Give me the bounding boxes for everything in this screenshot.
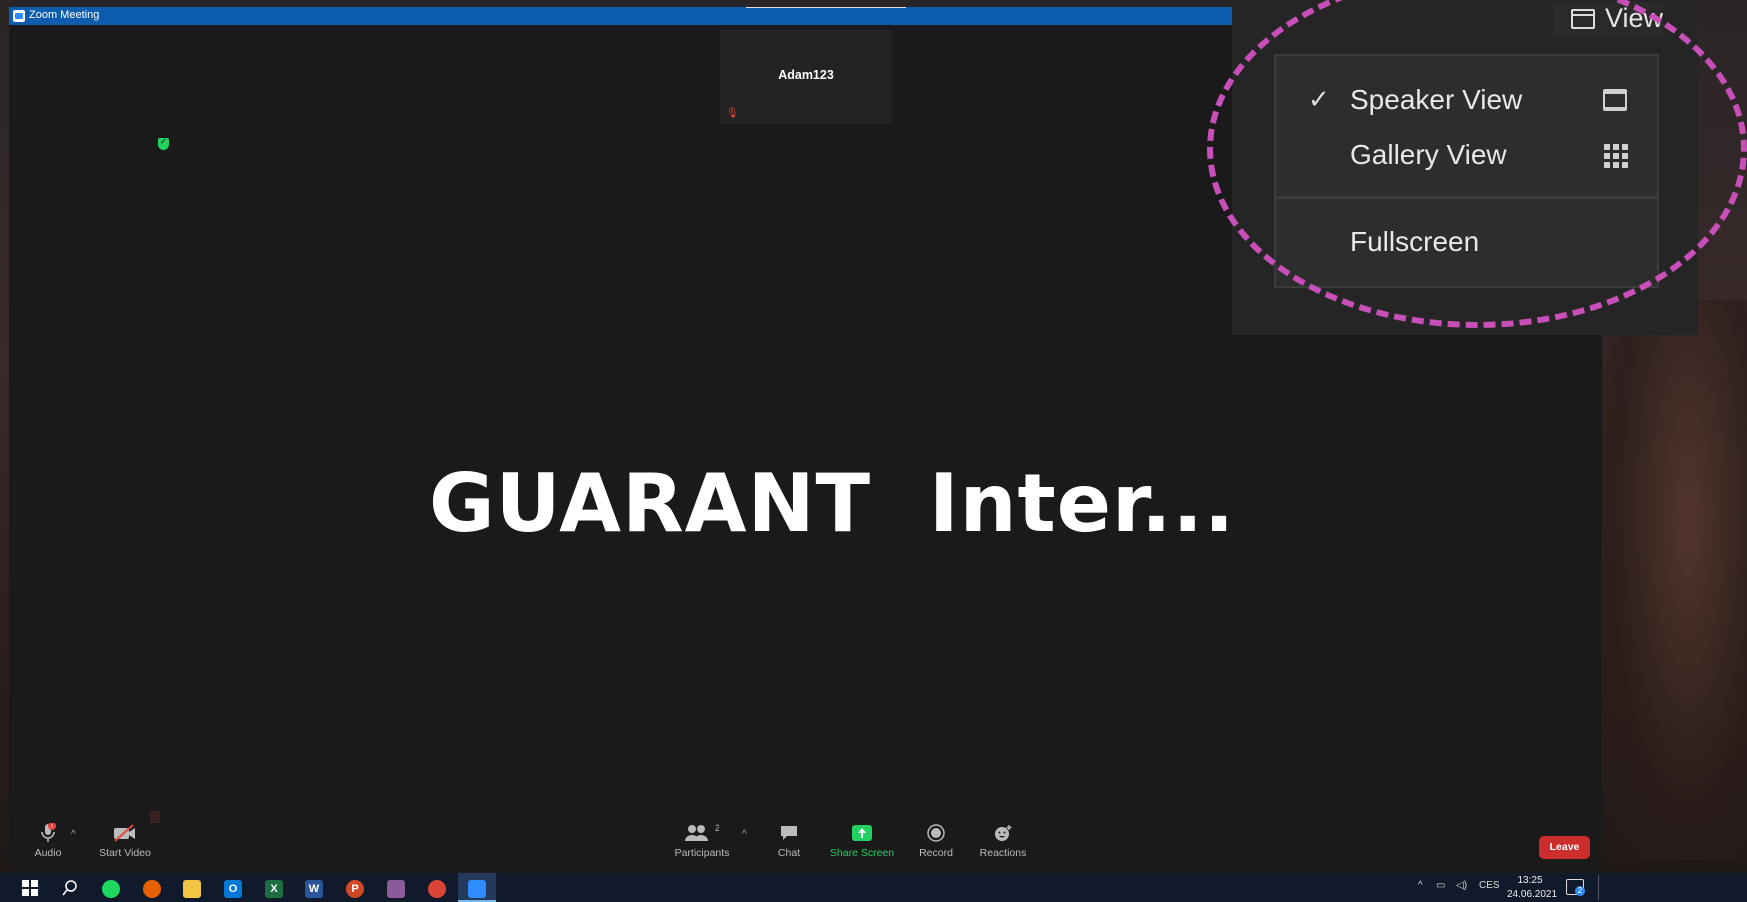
search-icon[interactable] — [61, 880, 79, 898]
network-icon[interactable]: ▭ — [1436, 880, 1445, 891]
shared-screen-title: GUARANT Inter... — [429, 457, 1236, 550]
zoom-app-icon — [13, 10, 25, 22]
chrome-icon[interactable] — [428, 880, 446, 898]
drag-handle[interactable] — [746, 7, 906, 8]
tray-overflow-icon[interactable]: ^ — [1418, 880, 1423, 891]
audio-options-caret[interactable]: ^ — [71, 829, 76, 840]
video-off-icon — [80, 823, 170, 843]
clock-time: 13:25 — [1517, 875, 1543, 886]
window-title: Zoom Meeting — [29, 9, 100, 21]
word-icon[interactable]: W — [305, 880, 323, 898]
start-video-label: Start Video — [99, 847, 151, 859]
start-video-button[interactable]: Start Video — [80, 823, 170, 859]
reactions-label: Reactions — [979, 847, 1027, 859]
participants-count: 2 — [715, 824, 719, 833]
reactions-button[interactable]: Reactions — [958, 823, 1048, 859]
notification-count: 2 — [1575, 886, 1585, 896]
window-titlebar[interactable]: Zoom Meeting — [9, 7, 1233, 25]
language-indicator[interactable]: CES — [1479, 880, 1500, 891]
participants-button[interactable]: 2 Participants — [657, 823, 747, 859]
encryption-shield-icon[interactable] — [158, 137, 169, 150]
muted-mic-icon: 🎙 — [726, 108, 739, 119]
volume-icon[interactable]: ◁) — [1456, 880, 1467, 891]
taskbar-clock[interactable]: 13:25 24.06.2021 — [1507, 874, 1558, 902]
outlook-icon[interactable]: O — [224, 880, 242, 898]
start-icon[interactable] — [21, 880, 39, 898]
participant-name: Adam123 — [778, 68, 834, 82]
notifications-icon[interactable]: 2 — [1566, 879, 1585, 896]
excel-icon[interactable]: X — [265, 880, 283, 898]
powerpoint-icon[interactable]: P — [346, 880, 364, 898]
leave-button[interactable]: Leave — [1539, 836, 1590, 859]
show-desktop-button[interactable] — [1598, 875, 1599, 900]
desktop-wallpaper — [1600, 300, 1747, 860]
spotify-icon[interactable] — [102, 880, 120, 898]
muted-indicator-icon — [150, 811, 160, 823]
paint-icon[interactable] — [387, 880, 405, 898]
reactions-icon — [958, 823, 1048, 843]
zoom-icon[interactable] — [468, 880, 486, 898]
participants-label: Participants — [674, 847, 730, 859]
participant-video-tile[interactable]: Adam123 🎙 — [720, 30, 892, 124]
participants-icon: 2 — [657, 823, 747, 843]
firefox-icon[interactable] — [143, 880, 161, 898]
clock-date: 24.06.2021 — [1507, 889, 1558, 900]
file-explorer-icon[interactable] — [183, 880, 201, 898]
